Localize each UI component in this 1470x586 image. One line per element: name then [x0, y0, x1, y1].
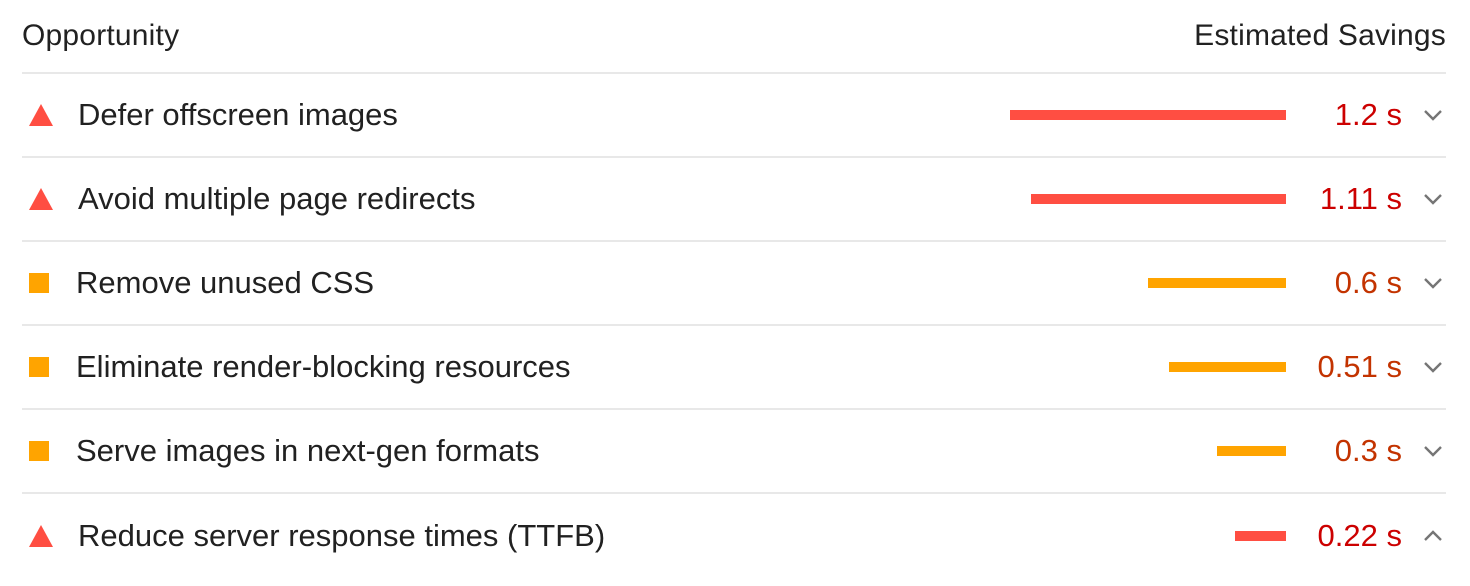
estimated-savings-column-label: Estimated Savings [1194, 19, 1446, 52]
audit-title: Avoid multiple page redirects [78, 181, 476, 216]
audit-title: Eliminate render-blocking resources [76, 349, 571, 384]
savings-value: 0.3 s [1334, 433, 1402, 468]
chevron-down-icon[interactable] [1422, 440, 1444, 462]
savings-bar [1235, 531, 1286, 541]
orange-square-icon [28, 263, 68, 303]
savings-value: 0.22 s [1317, 518, 1402, 553]
chevron-down-icon[interactable] [1422, 104, 1444, 126]
savings-bar [1148, 278, 1286, 288]
savings-bar-track [1010, 446, 1286, 456]
savings-bar [1217, 446, 1286, 456]
audit-list: Defer offscreen images 1.2 s Avoid multipl… [22, 74, 1446, 578]
orange-square-icon [28, 431, 68, 471]
savings-bar-track [1010, 110, 1286, 120]
audit-row[interactable]: Reduce server response times (TTFB) 0.22 … [22, 494, 1446, 578]
chevron-down-icon[interactable] [1422, 356, 1444, 378]
audit-title: Defer offscreen images [78, 97, 398, 132]
savings-bar-track [1010, 194, 1286, 204]
savings-bar-track [1010, 278, 1286, 288]
savings-value: 1.2 s [1334, 97, 1402, 132]
audit-row[interactable]: Eliminate render-blocking resources 0.51 … [22, 326, 1446, 410]
audit-title: Reduce server response times (TTFB) [78, 518, 606, 553]
audit-row[interactable]: Avoid multiple page redirects 1.11 s [22, 158, 1446, 242]
savings-bar [1169, 362, 1286, 372]
audit-title: Remove unused CSS [76, 265, 375, 300]
red-triangle-icon [28, 179, 68, 219]
savings-value: 0.6 s [1334, 265, 1402, 300]
audit-title: Serve images in next-gen formats [76, 433, 540, 468]
chevron-up-icon[interactable] [1422, 525, 1444, 547]
audit-row[interactable]: Remove unused CSS 0.6 s [22, 242, 1446, 326]
chevron-down-icon[interactable] [1422, 188, 1444, 210]
audit-row[interactable]: Defer offscreen images 1.2 s [22, 74, 1446, 158]
opportunities-panel: Opportunity Estimated Savings Defer offs… [22, 0, 1446, 578]
savings-bar-track [1010, 531, 1286, 541]
chevron-down-icon[interactable] [1422, 272, 1444, 294]
savings-bar-track [1010, 362, 1286, 372]
savings-value: 0.51 s [1317, 349, 1402, 384]
opportunities-header: Opportunity Estimated Savings [22, 0, 1446, 74]
orange-square-icon [28, 347, 68, 387]
savings-bar [1010, 110, 1286, 120]
red-triangle-icon [28, 95, 68, 135]
audit-row[interactable]: Serve images in next-gen formats 0.3 s [22, 410, 1446, 494]
savings-bar [1031, 194, 1286, 204]
savings-value: 1.11 s [1319, 181, 1402, 216]
opportunity-column-label: Opportunity [22, 19, 180, 52]
red-triangle-icon [28, 516, 68, 556]
